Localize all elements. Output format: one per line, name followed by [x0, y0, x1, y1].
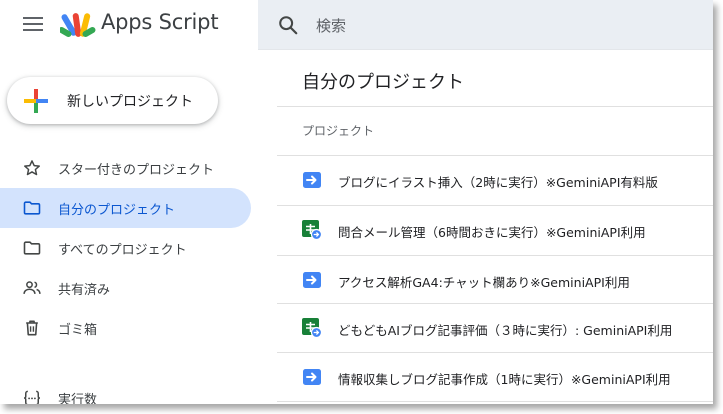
standalone-script-icon [303, 172, 321, 188]
main-menu-button[interactable] [18, 13, 48, 39]
app-title: Apps Script [101, 10, 219, 34]
folder-icon [23, 201, 41, 215]
sidebar-item-all-projects[interactable]: すべてのプロジェクト [0, 228, 251, 268]
trash-icon [26, 320, 38, 336]
star-icon [24, 160, 40, 176]
project-name: アクセス解析GA4:チャット欄あり※GeminiAPI利用 [338, 275, 630, 290]
sidebar-item-label: すべてのプロジェクト [58, 243, 187, 258]
sidebar-item-label: ゴミ箱 [58, 323, 98, 338]
sidebar-item-label: 共有済み [58, 283, 111, 298]
sidebar-item-label: スター付きのプロジェクト [58, 163, 215, 178]
sidebar-item-starred[interactable]: スター付きのプロジェクト [0, 148, 251, 188]
project-name: 問合メール管理（6時間おきに実行）※GeminiAPI利用 [338, 225, 646, 240]
standalone-script-icon [303, 369, 321, 385]
sidebar-item-label: 実行数 [58, 393, 98, 404]
divider [277, 401, 713, 402]
search-bar[interactable] [258, 0, 713, 50]
people-icon [23, 281, 41, 294]
folder-icon [23, 241, 41, 255]
project-row[interactable]: アクセス解析GA4:チャット欄あり※GeminiAPI利用 [277, 256, 713, 305]
project-row[interactable]: ブログにイラスト挿入（2時に実行）※GeminiAPI有料版 [277, 156, 713, 205]
plus-icon [24, 89, 48, 113]
hamburger-menu-icon [23, 17, 43, 31]
project-name: どもどもAIブログ記事評価（３時に実行）: GeminiAPI利用 [338, 323, 673, 338]
apps-script-logo-icon [60, 13, 96, 37]
sheets-bound-script-icon [302, 220, 322, 240]
sidebar-item-my-projects[interactable]: 自分のプロジェクト [0, 188, 251, 228]
search-icon[interactable] [277, 14, 299, 36]
sidebar-item-shared[interactable]: 共有済み [0, 268, 251, 308]
new-project-label: 新しいプロジェクト [67, 94, 193, 110]
search-input[interactable] [314, 12, 698, 40]
sidebar-item-executions[interactable]: 実行数 [0, 378, 251, 404]
sidebar-item-trash[interactable]: ゴミ箱 [0, 308, 251, 348]
standalone-script-icon [303, 272, 321, 288]
sidebar-item-label: 自分のプロジェクト [58, 203, 176, 218]
new-project-button[interactable]: 新しいプロジェクト [7, 77, 218, 124]
sheets-bound-script-icon [302, 318, 322, 338]
project-name: 情報収集しブログ記事作成（1時に実行）※GeminiAPI利用 [338, 372, 671, 387]
column-header-project[interactable]: プロジェクト [302, 122, 374, 139]
page-title: 自分のプロジェクト [302, 72, 464, 93]
project-row[interactable]: 情報収集しブログ記事作成（1時に実行）※GeminiAPI利用 [277, 353, 713, 402]
divider [277, 106, 713, 107]
project-row[interactable]: どもどもAIブログ記事評価（３時に実行）: GeminiAPI利用 [277, 304, 713, 353]
project-row[interactable]: 問合メール管理（6時間おきに実行）※GeminiAPI利用 [277, 206, 713, 255]
executions-icon [24, 390, 40, 404]
apps-script-window: Apps Script 新しいプロジェクト スター付きのプロジェクト 自分のプロ… [0, 0, 713, 404]
project-name: ブログにイラスト挿入（2時に実行）※GeminiAPI有料版 [338, 175, 658, 190]
